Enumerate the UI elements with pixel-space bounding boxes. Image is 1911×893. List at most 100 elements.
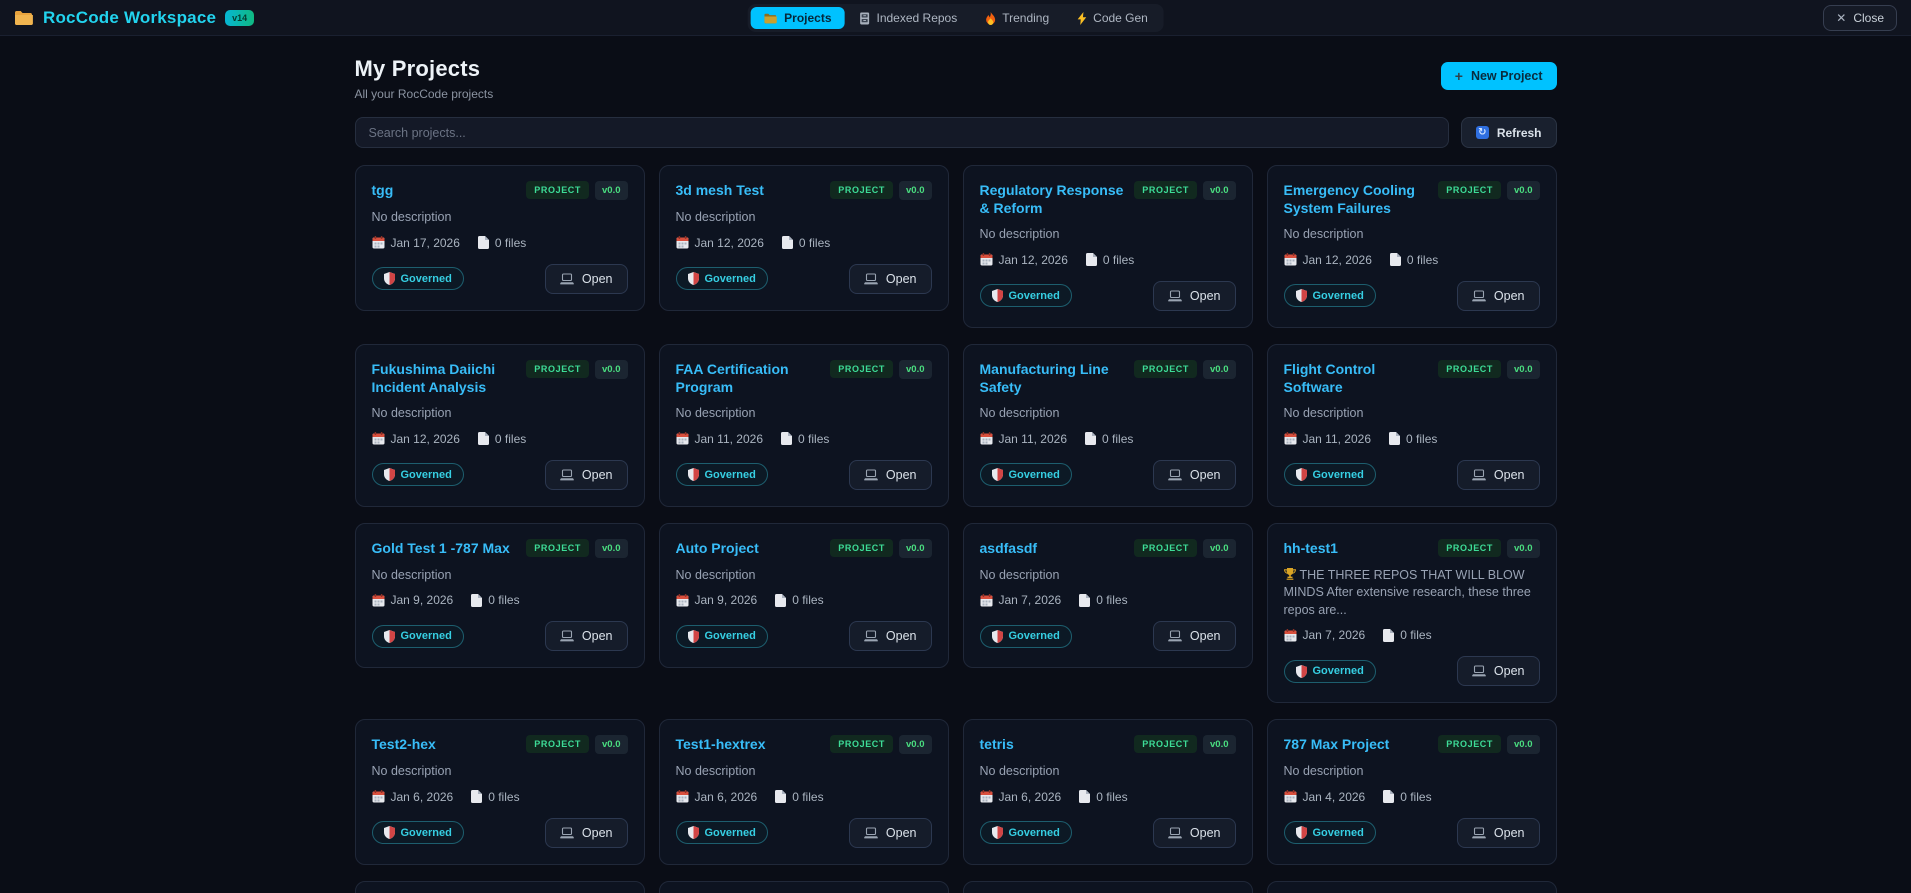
open-project-button[interactable]: Open [1152, 621, 1236, 652]
project-meta: Jan 7, 2026 0 files [1284, 628, 1540, 642]
calendar-icon [980, 593, 992, 607]
project-title[interactable]: tetris [980, 735, 1014, 754]
shield-icon [991, 629, 1003, 643]
project-title[interactable]: Gold Test 1 -787 Max [372, 539, 510, 558]
file-count: 0 files [477, 236, 526, 250]
project-title[interactable]: Auto Project [676, 539, 759, 558]
search-input[interactable] [354, 117, 1449, 148]
governed-badge: Governed [979, 624, 1072, 648]
project-description: No description [1283, 406, 1364, 421]
calendar-icon [676, 593, 688, 607]
page-subtitle: All your RocCode projects [354, 87, 494, 101]
calendar-icon [980, 790, 992, 803]
close-button[interactable]: ✕ Close [1823, 4, 1897, 31]
project-type-badge: PROJECT [830, 538, 893, 557]
file-count: 0 files [1079, 593, 1128, 607]
project-meta: Jan 4, 2026 0 files [1284, 790, 1540, 804]
project-description: No description [1283, 227, 1364, 242]
shield-icon [991, 468, 1003, 482]
project-card: tgg PROJECT v0.0 No description Jan 17, … [354, 165, 645, 311]
project-version-badge: v0.0 [595, 735, 628, 755]
governed-badge: Governed [1283, 659, 1376, 683]
file-count: 0 files [1383, 628, 1432, 642]
created-date: Jan 17, 2026 [372, 236, 460, 250]
open-project-button[interactable]: Open [1456, 817, 1540, 848]
open-project-button[interactable]: Open [544, 621, 628, 652]
project-title[interactable]: 3d mesh Test [676, 181, 764, 200]
open-project-button[interactable]: Open [848, 621, 932, 652]
project-meta: Jan 6, 2026 0 files [676, 790, 932, 804]
file-icon [477, 236, 489, 249]
shield-icon [687, 468, 699, 482]
tab-code-gen[interactable]: Code Gen [1064, 7, 1161, 29]
tab-indexed-repos[interactable]: Indexed Repos [847, 7, 971, 29]
project-title[interactable]: FAA Certification Program [676, 360, 821, 396]
project-title[interactable]: hh-test1 [1284, 539, 1338, 558]
file-icon [477, 432, 489, 446]
open-project-button[interactable]: Open [544, 459, 628, 490]
open-project-button[interactable]: Open [848, 459, 932, 490]
open-project-button[interactable]: Open [848, 263, 932, 294]
project-title[interactable]: asdfasdf [980, 539, 1038, 558]
project-title[interactable]: Manufacturing Line Safety [980, 360, 1125, 396]
project-version-badge: v0.0 [1507, 181, 1540, 200]
page-heading: My Projects All your RocCode projects [355, 56, 494, 101]
project-description: No description [371, 567, 452, 582]
project-title[interactable]: Regulatory Response & Reform [980, 181, 1125, 217]
project-meta: Jan 9, 2026 0 files [372, 593, 628, 607]
project-title[interactable]: tgg [372, 181, 394, 200]
open-project-button[interactable]: Open [1152, 459, 1236, 490]
laptop-icon [1472, 469, 1486, 481]
refresh-icon: ↻ [1475, 126, 1489, 139]
file-icon [781, 432, 793, 446]
tab-projects[interactable]: Projects [750, 7, 845, 29]
created-date: Jan 7, 2026 [980, 593, 1061, 607]
created-date: Jan 11, 2026 [676, 432, 763, 446]
project-description: No description [675, 210, 756, 224]
project-card: Emergency Cooling System Failures PROJEC… [1266, 165, 1557, 328]
project-title[interactable]: Flight Control Software [1284, 360, 1429, 396]
project-card: 787 Max Project PROJECT v0.0 No descript… [1266, 719, 1557, 865]
created-date: Jan 9, 2026 [372, 593, 453, 607]
open-project-button[interactable]: Open [1152, 280, 1236, 311]
file-icon [1383, 628, 1395, 642]
project-meta: Jan 7, 2026 0 files [980, 593, 1236, 607]
created-date: Jan 12, 2026 [980, 253, 1068, 267]
open-project-button[interactable]: Open [848, 817, 932, 848]
project-title[interactable]: Test2-hex [372, 735, 436, 754]
open-project-button[interactable]: Open [544, 263, 628, 294]
created-date: Jan 6, 2026 [372, 790, 453, 804]
project-card: Test1-hextrex PROJECT v0.0 No descriptio… [658, 719, 949, 865]
laptop-icon [560, 469, 574, 481]
project-description: No description [371, 764, 452, 779]
open-project-button[interactable]: Open [1456, 656, 1540, 687]
shield-icon [687, 826, 699, 840]
project-version-badge: v0.0 [595, 181, 628, 200]
governed-badge: Governed [1283, 284, 1376, 308]
project-card: tetris PROJECT v0.0 No description Jan 6… [962, 719, 1253, 865]
project-title[interactable]: Emergency Cooling System Failures [1284, 181, 1429, 217]
project-version-badge: v0.0 [1203, 181, 1236, 200]
plus-icon: + [1454, 68, 1463, 84]
project-title[interactable]: Test1-hextrex [676, 735, 766, 754]
open-project-button[interactable]: Open [1152, 817, 1236, 848]
refresh-button[interactable]: ↻ Refresh [1460, 117, 1557, 148]
content-area: My Projects All your RocCode projects + … [0, 36, 1911, 893]
created-date: Jan 6, 2026 [676, 790, 757, 804]
open-project-button[interactable]: Open [1456, 459, 1540, 490]
governed-badge: Governed [979, 821, 1072, 845]
tab-trending[interactable]: Trending [972, 7, 1062, 29]
file-count: 0 files [1389, 432, 1437, 446]
open-project-button[interactable]: Open [1456, 280, 1540, 311]
project-description: No description [1283, 764, 1364, 779]
project-description: THE THREE REPOS THAT WILL BLOW MINDS Aft… [1283, 567, 1531, 617]
laptop-icon [560, 630, 574, 642]
project-meta: Jan 11, 2026 0 files [1284, 432, 1540, 446]
open-project-button[interactable]: Open [544, 817, 628, 848]
file-count: 0 files [1085, 253, 1134, 267]
project-title[interactable]: Fukushima Daiichi Incident Analysis [372, 360, 517, 396]
new-project-button[interactable]: + New Project [1440, 62, 1557, 90]
project-title[interactable]: 787 Max Project [1284, 735, 1390, 754]
project-type-badge: PROJECT [1134, 735, 1197, 754]
top-header: RocCode Workspace v14 Projects Indexed R… [0, 0, 1911, 36]
